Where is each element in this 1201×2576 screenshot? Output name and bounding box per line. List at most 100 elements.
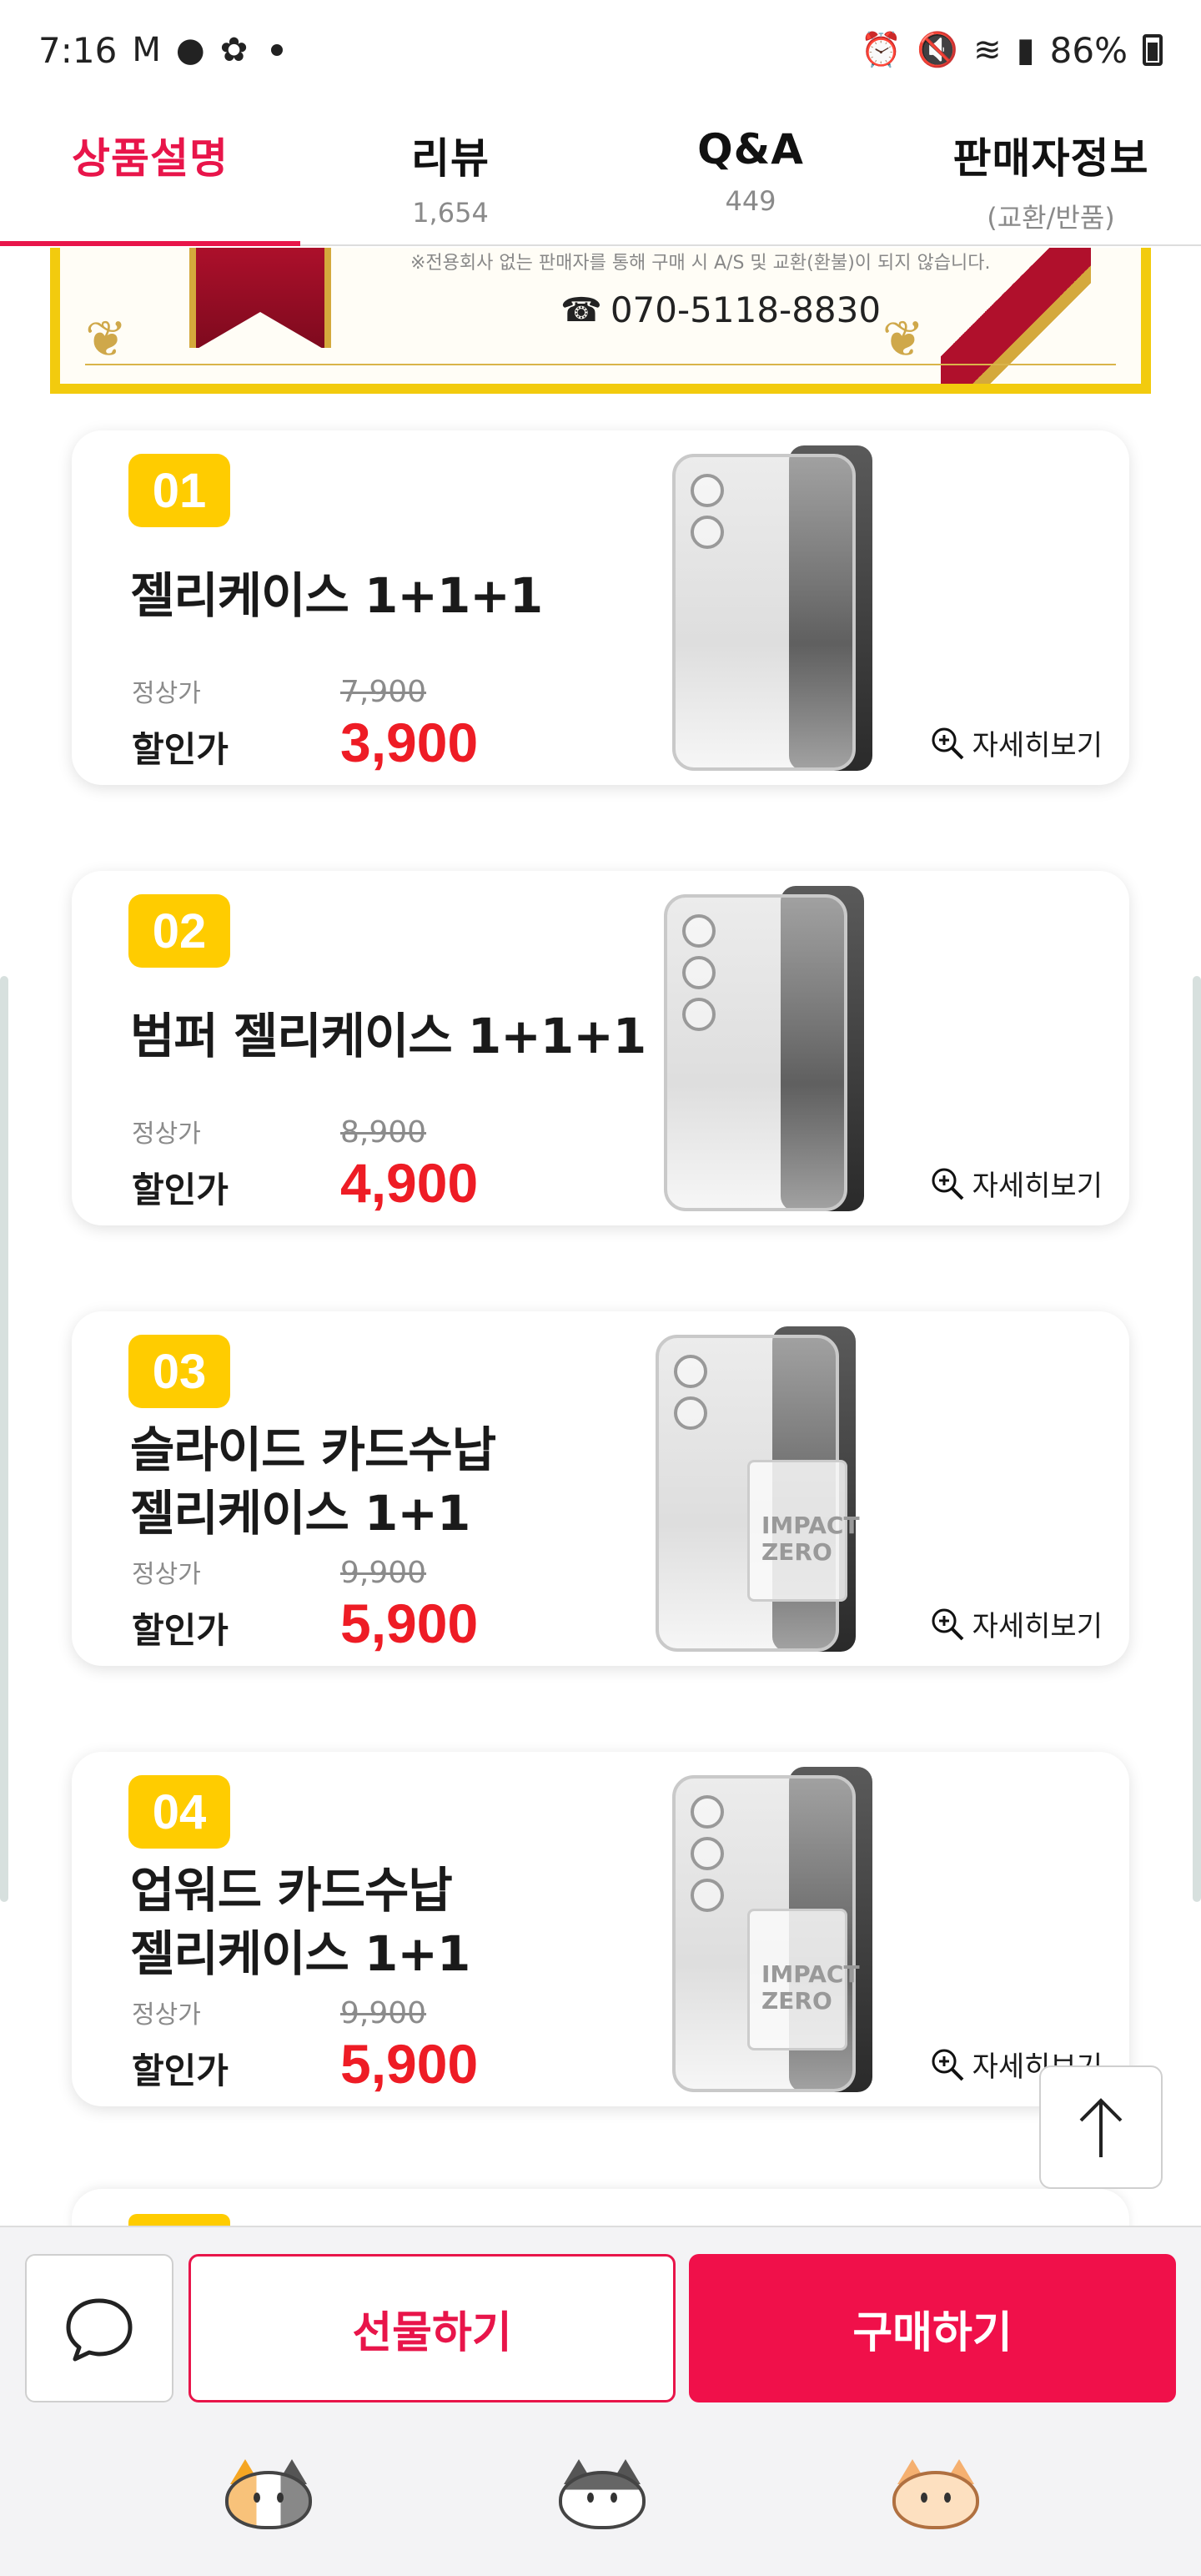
sale-price-row: 할인가 3,900 (132, 711, 478, 774)
banner-note: ※전용회사 없는 판매자를 통해 구매 시 A/S 및 교환(환불)이 되지 않… (410, 253, 991, 274)
tab-qna[interactable]: Q&A 449 (600, 125, 901, 217)
sale-price: 5,900 (340, 2033, 479, 2095)
battery-percent: 86% (1049, 29, 1128, 71)
product-number-badge: 04 (128, 1775, 230, 1849)
battery-icon (1143, 34, 1163, 66)
fan-icon: ✿ (219, 31, 249, 69)
tab-product-description[interactable]: 상품설명 (0, 125, 300, 185)
mute-icon: 🔇 (917, 31, 959, 69)
status-bar: 7:16 M ● ✿ ⏰ 🔇 ≋ ▮ 86% (0, 0, 1201, 100)
banner-divider (85, 364, 1116, 365)
sale-price-row: 할인가 5,900 (132, 1592, 478, 1655)
regular-price: 8,900 (340, 1115, 427, 1150)
sale-price-row: 할인가 5,900 (132, 2032, 478, 2096)
sale-price: 3,900 (340, 712, 479, 773)
product-card[interactable]: 02 범퍼 젤리케이스 1+1+1 정상가 8,900 할인가 4,900 자세… (72, 871, 1129, 1225)
camera-cutout (674, 1396, 707, 1430)
gift-button[interactable]: 선물하기 (188, 2254, 676, 2402)
regular-price-label: 정상가 (132, 1119, 201, 1149)
status-left: 7:16 M ● ✿ (38, 29, 284, 71)
detail-link[interactable]: 자세히보기 (929, 722, 1103, 763)
sale-price-row: 할인가 4,900 (132, 1151, 478, 1215)
product-card[interactable]: 01 젤리케이스 1+1+1 정상가 7,900 할인가 3,900 자세히보기 (72, 430, 1129, 785)
camera-cutout (691, 516, 724, 549)
sale-price: 5,900 (340, 1592, 479, 1654)
cat-face (559, 2471, 646, 2529)
sale-price-label: 할인가 (132, 729, 229, 770)
zoom-in-icon (929, 1165, 966, 1202)
camera-cutout (691, 1837, 724, 1870)
ribbon-graphic (189, 248, 331, 350)
detail-label: 자세히보기 (972, 1170, 1103, 1203)
tab-seller-info[interactable]: 판매자정보 (교환/반품) (901, 125, 1201, 235)
scrollbar[interactable] (0, 976, 8, 1902)
scroll-to-top-button[interactable] (1039, 2065, 1163, 2189)
card-slot: IMPACT ZERO (747, 1460, 860, 1602)
sale-price-label: 할인가 (132, 1610, 229, 1651)
wifi-icon: ≋ (973, 31, 1002, 69)
tab-bar: 상품설명 리뷰 1,654 Q&A 449 판매자정보 (교환/반품) (0, 108, 1201, 246)
status-time: 7:16 (38, 29, 118, 71)
arrow-up-icon (1079, 2098, 1123, 2157)
tab-reviews[interactable]: 리뷰 1,654 (300, 125, 600, 229)
cat-face (892, 2471, 979, 2529)
ornament-icon: ❦ (85, 310, 128, 369)
nav-cat-icon-left[interactable] (225, 2459, 312, 2529)
product-number-badge: 02 (128, 894, 230, 968)
case-front (664, 894, 847, 1211)
cat-eye (277, 2493, 284, 2503)
banner-phone: ☎ 070-5118-8830 (560, 289, 881, 330)
purchase-action-bar: 선물하기 구매하기 (0, 2226, 1201, 2419)
sale-price: 4,900 (340, 1152, 479, 1214)
product-title: 젤리케이스 1+1+1 (130, 567, 543, 624)
detail-link[interactable]: 자세히보기 (929, 1603, 1103, 1644)
product-number-badge: 01 (128, 454, 230, 527)
regular-price: 9,900 (340, 1996, 427, 2030)
tab-sub: (교환/반품) (987, 202, 1115, 234)
sale-price-label: 할인가 (132, 2050, 229, 2091)
tab-label: 리뷰 (411, 134, 490, 183)
regular-price-row: 정상가 9,900 (132, 1994, 426, 2030)
product-title: 슬라이드 카드수납 젤리케이스 1+1 (130, 1421, 496, 1542)
product-card[interactable]: 04 업워드 카드수납 젤리케이스 1+1 정상가 9,900 할인가 5,90… (72, 1752, 1129, 2106)
camera-cutout (682, 956, 716, 989)
camera-cutout (691, 1879, 724, 1912)
product-image (672, 445, 889, 771)
regular-price-row: 정상가 8,900 (132, 1113, 426, 1150)
product-image: IMPACT ZERO (672, 1767, 889, 2092)
camera-cutout (682, 914, 716, 948)
regular-price-row: 정상가 7,900 (132, 672, 426, 709)
tab-label: 판매자정보 (952, 134, 1149, 183)
tab-label: Q&A (697, 125, 804, 174)
cat-eye (254, 2493, 260, 2503)
tab-count: 1,654 (412, 197, 489, 229)
product-number-badge: 03 (128, 1335, 230, 1408)
nav-cat-icon-right[interactable] (892, 2459, 979, 2529)
buy-button[interactable]: 구매하기 (689, 2254, 1176, 2402)
product-title: 범퍼 젤리케이스 1+1+1 (130, 1008, 646, 1064)
product-image: IMPACT ZERO (656, 1326, 872, 1652)
status-right: ⏰ 🔇 ≋ ▮ 86% (860, 30, 1163, 71)
sale-price-label: 할인가 (132, 1170, 229, 1210)
nav-cat-icon-center[interactable] (559, 2459, 646, 2529)
zoom-in-icon (929, 725, 966, 762)
alarm-icon: ⏰ (860, 31, 902, 69)
detail-label: 자세히보기 (972, 1610, 1103, 1643)
cat-eye (611, 2493, 617, 2503)
card-slot-label: IMPACT ZERO (761, 1512, 860, 1566)
camera-cutout (674, 1355, 707, 1388)
cat-face (225, 2471, 312, 2529)
detail-link[interactable]: 자세히보기 (929, 1163, 1103, 1204)
product-title: 업워드 카드수납 젤리케이스 1+1 (130, 1862, 470, 1982)
case-front (672, 454, 856, 771)
gmail-icon: M (132, 31, 161, 69)
info-banner: ※전용회사 없는 판매자를 통해 구매 시 A/S 및 교환(환불)이 되지 않… (50, 248, 1151, 394)
regular-price-label: 정상가 (132, 1560, 201, 1589)
regular-price-label: 정상가 (132, 2000, 201, 2030)
chat-bubble-icon (66, 2298, 133, 2362)
card-slot-label: IMPACT ZERO (761, 1960, 860, 2015)
product-card[interactable]: 03 슬라이드 카드수납 젤리케이스 1+1 정상가 9,900 할인가 5,9… (72, 1311, 1129, 1666)
zoom-in-icon (929, 1606, 966, 1643)
scrollbar[interactable] (1193, 976, 1201, 1902)
chat-button[interactable] (25, 2254, 173, 2402)
